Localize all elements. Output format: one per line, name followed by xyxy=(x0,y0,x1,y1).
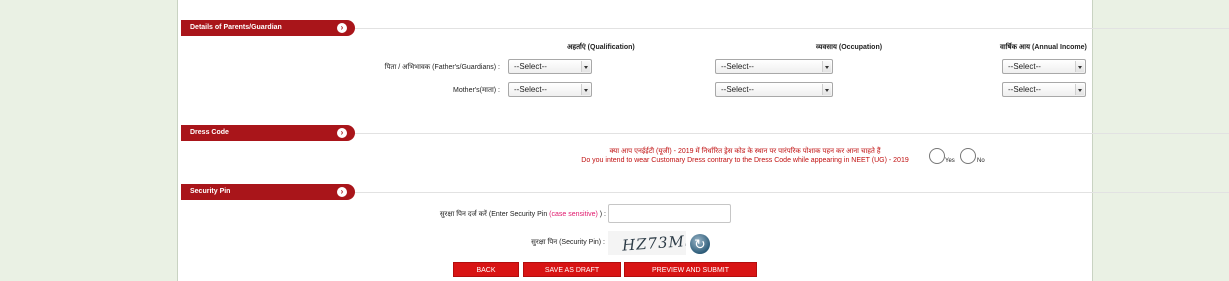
mother-income-select[interactable]: --Select-- xyxy=(1002,82,1086,97)
mother-label: Mother's(माता) : xyxy=(453,87,500,94)
label-end: ) : xyxy=(599,211,606,218)
select-value: --Select-- xyxy=(514,62,547,71)
security-pin-input[interactable] xyxy=(608,204,731,223)
dress-no-radio[interactable] xyxy=(960,148,976,164)
chevron-down-icon xyxy=(1075,61,1084,72)
section-header-security-pin[interactable]: Security Pin › xyxy=(181,184,355,200)
chevron-right-icon: › xyxy=(337,128,347,138)
right-gutter xyxy=(1092,0,1229,281)
captcha-text: HZ73MS xyxy=(621,231,686,255)
select-value: --Select-- xyxy=(721,62,754,71)
chevron-right-icon: › xyxy=(337,23,347,33)
chevron-down-icon xyxy=(581,61,590,72)
divider xyxy=(355,192,1229,193)
section-header-parents[interactable]: Details of Parents/Guardian › xyxy=(181,20,355,36)
select-value: --Select-- xyxy=(514,85,547,94)
label-text: सुरक्षा पिन दर्ज करें (Enter Security Pi… xyxy=(439,211,548,218)
section-title: Details of Parents/Guardian xyxy=(190,24,282,31)
enter-security-pin-label: सुरक्षा पिन दर्ज करें (Enter Security Pi… xyxy=(380,210,606,219)
refresh-captcha-icon[interactable] xyxy=(690,234,710,254)
captcha-image: HZ73MS xyxy=(608,231,686,255)
father-qualification-select[interactable]: --Select-- xyxy=(508,59,592,74)
preview-and-submit-button[interactable]: PREVIEW AND SUBMIT xyxy=(624,262,757,277)
father-label: पिता / अभिभावक (Father's/Guardians) : xyxy=(384,64,500,71)
section-header-dress-code[interactable]: Dress Code › xyxy=(181,125,355,141)
section-title: Dress Code xyxy=(190,129,229,136)
security-pin-label: सुरक्षा पिन (Security Pin) : xyxy=(531,239,605,246)
dress-no-label: No xyxy=(977,158,985,164)
select-value: --Select-- xyxy=(1008,62,1041,71)
column-header-qualification: अहर्ताएं (Qualification) xyxy=(567,44,635,51)
back-button[interactable]: BACK xyxy=(453,262,519,277)
dress-question-hindi: क्या आप एनईईटी (यूजी) - 2019 में निर्धार… xyxy=(609,148,881,155)
left-gutter xyxy=(0,0,178,281)
divider xyxy=(355,28,1229,29)
dress-yes-radio[interactable] xyxy=(929,148,945,164)
column-header-income: वार्षिक आय (Annual Income) xyxy=(1000,44,1087,51)
case-sensitive-note: (case sensitive) xyxy=(549,211,598,218)
chevron-down-icon xyxy=(1075,84,1084,95)
mother-occupation-select[interactable]: --Select-- xyxy=(715,82,833,97)
select-value: --Select-- xyxy=(1008,85,1041,94)
dress-question-english: Do you intend to wear Customary Dress co… xyxy=(581,157,909,164)
select-value: --Select-- xyxy=(721,85,754,94)
father-occupation-select[interactable]: --Select-- xyxy=(715,59,833,74)
row-label-father: पिता / अभिभावक (Father's/Guardians) : xyxy=(180,63,500,75)
section-title: Security Pin xyxy=(190,188,231,195)
chevron-down-icon xyxy=(822,84,831,95)
dress-yes-label: Yes xyxy=(945,158,955,164)
dress-code-question: क्या आप एनईईटी (यूजी) - 2019 में निर्धार… xyxy=(560,147,930,165)
save-as-draft-button[interactable]: SAVE AS DRAFT xyxy=(523,262,621,277)
father-income-select[interactable]: --Select-- xyxy=(1002,59,1086,74)
row-label-mother: Mother's(माता) : xyxy=(180,86,500,98)
chevron-down-icon xyxy=(581,84,590,95)
column-header-occupation: व्यवसाय (Occupation) xyxy=(816,44,883,51)
chevron-right-icon: › xyxy=(337,187,347,197)
chevron-down-icon xyxy=(822,61,831,72)
mother-qualification-select[interactable]: --Select-- xyxy=(508,82,592,97)
divider xyxy=(355,133,1229,134)
